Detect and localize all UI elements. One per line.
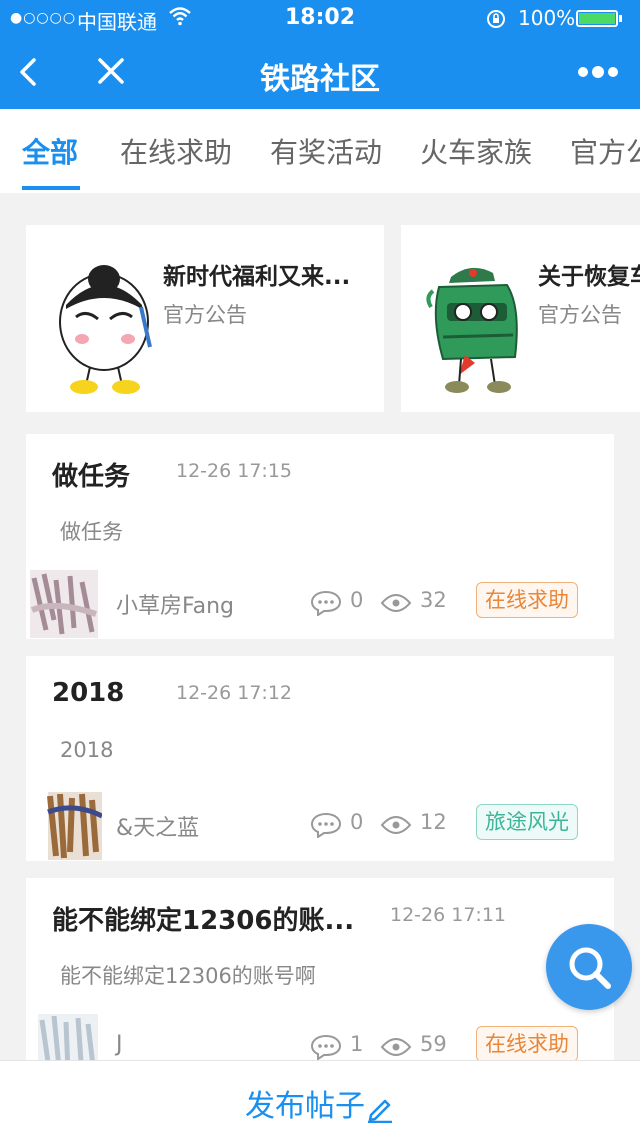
- post-author: J: [116, 1032, 123, 1057]
- status-bar: ●○○○○ 中国联通 18:02 100%: [0, 0, 640, 36]
- eye-icon: [380, 594, 412, 612]
- post-time: 12-26 17:15: [176, 460, 293, 482]
- lock-rotation-icon: [487, 10, 505, 28]
- battery-icon: [576, 10, 618, 27]
- eye-icon: [380, 816, 412, 834]
- notice-card[interactable]: 关于恢复车 官方公告: [401, 225, 640, 412]
- comment-icon: [310, 1034, 342, 1060]
- post-body: 能不能绑定12306的账号啊: [60, 964, 316, 988]
- comment-count: 0: [350, 588, 364, 612]
- notice-subtitle: 官方公告: [163, 303, 247, 327]
- notice-subtitle: 官方公告: [538, 303, 622, 327]
- category-tag[interactable]: 旅途风光: [476, 804, 578, 840]
- category-tag[interactable]: 在线求助: [476, 1026, 578, 1062]
- view-count: 59: [420, 1032, 447, 1056]
- eye-icon: [380, 1038, 412, 1056]
- tab-train-family[interactable]: 火车家族: [420, 131, 532, 171]
- post-time: 12-26 17:11: [390, 904, 507, 926]
- post-body: 2018: [60, 738, 114, 762]
- active-tab-indicator: [22, 186, 80, 190]
- tab-reward-events[interactable]: 有奖活动: [270, 131, 382, 171]
- pencil-icon: [368, 1099, 392, 1123]
- post-body: 做任务: [60, 520, 123, 544]
- avatar[interactable]: [26, 792, 102, 860]
- avatar[interactable]: [26, 570, 102, 638]
- post-title: 做任务: [52, 462, 131, 492]
- notice-carousel: 新时代福利又来... 官方公告 关于恢复车 官方公告: [0, 225, 640, 415]
- comment-icon: [310, 590, 342, 616]
- category-tabs: 全部 在线求助 有奖活动 火车家族 官方公: [0, 109, 640, 193]
- post-card[interactable]: 2018 12-26 17:12 2018 &天之蓝 0 12 旅途风光: [26, 656, 614, 861]
- search-button[interactable]: [546, 924, 632, 1010]
- nav-bar: 铁路社区: [0, 36, 640, 109]
- post-author: &天之蓝: [116, 816, 200, 841]
- battery-percent: 100%: [518, 6, 576, 30]
- post-card[interactable]: 做任务 12-26 17:15 做任务 小草房Fang 0 32 在线求助: [26, 434, 614, 639]
- view-count: 12: [420, 810, 447, 834]
- more-icon[interactable]: [576, 62, 620, 82]
- post-card[interactable]: 能不能绑定12306的账... 12-26 17:11 能不能绑定12306的账…: [26, 878, 614, 1083]
- comment-count: 1: [350, 1032, 364, 1056]
- battery-tip: [619, 15, 622, 22]
- tab-official[interactable]: 官方公: [570, 131, 640, 171]
- post-author: 小草房Fang: [116, 594, 235, 619]
- notice-card[interactable]: 新时代福利又来... 官方公告: [26, 225, 384, 412]
- publish-label: 发布帖子: [245, 1089, 365, 1124]
- comment-icon: [310, 812, 342, 838]
- comment-count: 0: [350, 810, 364, 834]
- bottom-bar: 发布帖子: [0, 1060, 640, 1138]
- train-mascot-illustration: [426, 267, 518, 393]
- page-title: 铁路社区: [260, 62, 380, 97]
- post-title: 能不能绑定12306的账...: [52, 906, 355, 936]
- post-time: 12-26 17:12: [176, 682, 293, 704]
- post-title: 2018: [52, 678, 125, 708]
- notice-title: 新时代福利又来...: [163, 264, 351, 290]
- view-count: 32: [420, 588, 447, 612]
- mascot-illustration: [59, 265, 152, 394]
- category-tag[interactable]: 在线求助: [476, 582, 578, 618]
- tab-online-help[interactable]: 在线求助: [120, 131, 232, 171]
- tab-all[interactable]: 全部: [22, 131, 78, 171]
- search-icon: [569, 947, 611, 989]
- notice-title: 关于恢复车: [538, 264, 640, 290]
- publish-post-button[interactable]: 发布帖子: [0, 1081, 640, 1125]
